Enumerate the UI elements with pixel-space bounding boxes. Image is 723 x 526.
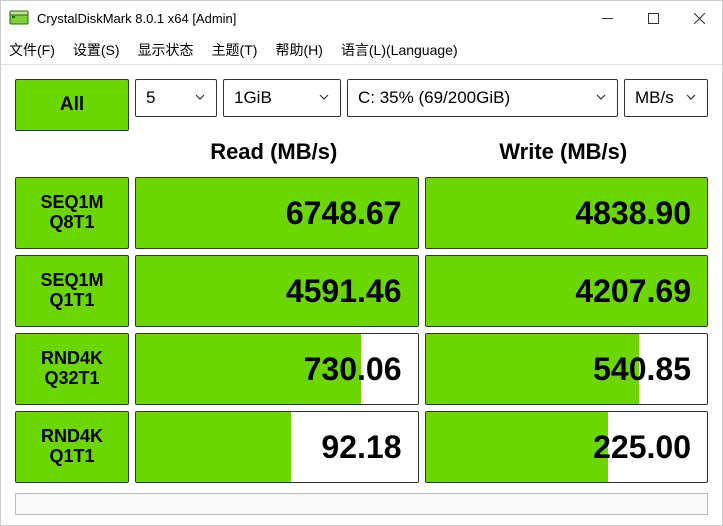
- result-row: RND4KQ1T1 92.18 225.00: [15, 411, 708, 483]
- all-button-label: All: [60, 94, 84, 116]
- test-button-2[interactable]: RND4KQ32T1: [15, 333, 129, 405]
- test-name-line2: Q1T1: [49, 447, 94, 467]
- close-button[interactable]: [676, 1, 722, 35]
- test-button-1[interactable]: SEQ1MQ1T1: [15, 255, 129, 327]
- all-button[interactable]: All: [15, 79, 129, 131]
- test-name-line1: RND4K: [41, 427, 103, 447]
- read-value: 730.06: [304, 351, 402, 388]
- write-value-cell: 4838.90: [425, 177, 709, 249]
- chevron-down-icon: [595, 88, 607, 108]
- write-header: Write (MB/s): [419, 139, 709, 165]
- app-icon: [9, 8, 29, 28]
- write-value-cell: 4207.69: [425, 255, 709, 327]
- test-name-line2: Q1T1: [49, 291, 94, 311]
- unit-value: MB/s: [635, 88, 674, 108]
- maximize-button[interactable]: [630, 1, 676, 35]
- menu-language[interactable]: 语言(L)(Language): [341, 40, 458, 60]
- window-controls: [584, 1, 722, 35]
- read-value-cell: 92.18: [135, 411, 419, 483]
- read-value: 4591.46: [286, 273, 402, 310]
- drive-value: C: 35% (69/200GiB): [358, 88, 510, 108]
- write-value: 540.85: [593, 351, 691, 388]
- menu-help[interactable]: 帮助(H): [275, 40, 322, 60]
- size-select[interactable]: 1GiB: [223, 79, 341, 117]
- titlebar[interactable]: CrystalDiskMark 8.0.1 x64 [Admin]: [1, 1, 722, 35]
- read-value-cell: 730.06: [135, 333, 419, 405]
- size-value: 1GiB: [234, 88, 272, 108]
- minimize-button[interactable]: [584, 1, 630, 35]
- status-bar: [15, 493, 708, 515]
- loops-select[interactable]: 5: [135, 79, 217, 117]
- write-value: 4207.69: [575, 273, 691, 310]
- test-name-line1: RND4K: [41, 349, 103, 369]
- result-row: RND4KQ32T1 730.06 540.85: [15, 333, 708, 405]
- test-button-0[interactable]: SEQ1MQ8T1: [15, 177, 129, 249]
- read-bar: [136, 412, 291, 482]
- read-value: 92.18: [321, 429, 401, 466]
- menu-file[interactable]: 文件(F): [9, 40, 55, 60]
- results-rows: SEQ1MQ8T16748.674838.90SEQ1MQ1T14591.464…: [15, 171, 708, 483]
- write-value-cell: 225.00: [425, 411, 709, 483]
- unit-select[interactable]: MB/s: [624, 79, 708, 117]
- write-value: 4838.90: [575, 195, 691, 232]
- menu-display-state[interactable]: 显示状态: [138, 40, 194, 60]
- write-value: 225.00: [593, 429, 691, 466]
- chevron-down-icon: [685, 88, 697, 108]
- write-value-cell: 540.85: [425, 333, 709, 405]
- test-name-line1: SEQ1M: [40, 193, 103, 213]
- read-value: 6748.67: [286, 195, 402, 232]
- result-row: SEQ1MQ8T1 6748.67 4838.90: [15, 177, 708, 249]
- test-name-line2: Q8T1: [49, 213, 94, 233]
- test-name-line2: Q32T1: [44, 369, 99, 389]
- read-value-cell: 4591.46: [135, 255, 419, 327]
- loops-value: 5: [146, 88, 155, 108]
- column-headers: Read (MB/s) Write (MB/s): [15, 133, 708, 171]
- read-value-cell: 6748.67: [135, 177, 419, 249]
- chevron-down-icon: [194, 88, 206, 108]
- menubar: 文件(F) 设置(S) 显示状态 主题(T) 帮助(H) 语言(L)(Langu…: [1, 35, 722, 65]
- window-title: CrystalDiskMark 8.0.1 x64 [Admin]: [37, 11, 584, 26]
- chevron-down-icon: [318, 88, 330, 108]
- top-controls-row: All 5 1GiB C: 35% (69/200GiB) MB/s: [15, 79, 708, 131]
- content-area: All 5 1GiB C: 35% (69/200GiB) MB/s: [1, 65, 722, 525]
- drive-select[interactable]: C: 35% (69/200GiB): [347, 79, 618, 117]
- result-row: SEQ1MQ1T1 4591.46 4207.69: [15, 255, 708, 327]
- test-button-3[interactable]: RND4KQ1T1: [15, 411, 129, 483]
- write-bar: [426, 412, 609, 482]
- test-name-line1: SEQ1M: [40, 271, 103, 291]
- read-header: Read (MB/s): [129, 139, 419, 165]
- menu-settings[interactable]: 设置(S): [73, 40, 120, 60]
- app-window: CrystalDiskMark 8.0.1 x64 [Admin] 文件(F) …: [0, 0, 723, 526]
- menu-theme[interactable]: 主题(T): [212, 40, 258, 60]
